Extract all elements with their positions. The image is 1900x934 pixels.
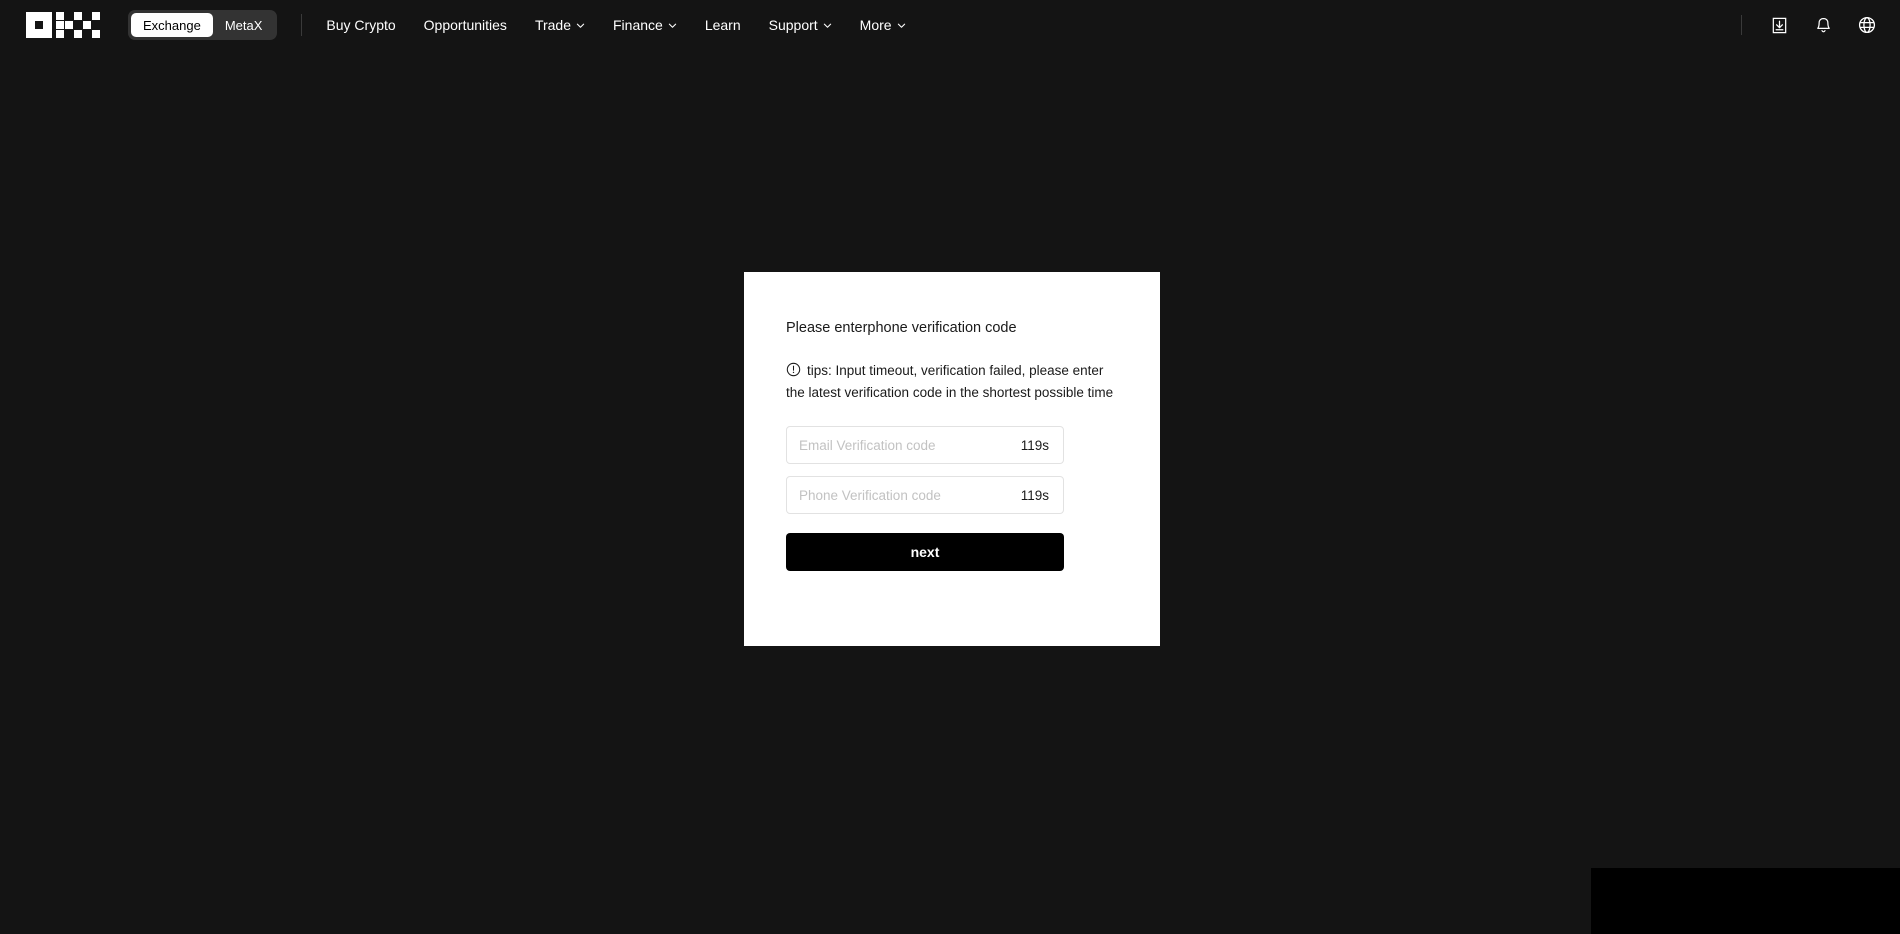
nav-item-buy-crypto[interactable]: Buy Crypto	[326, 18, 395, 32]
download-app-button[interactable]	[1768, 14, 1790, 36]
nav-label: Trade	[534, 17, 571, 33]
nav-item-more[interactable]: More	[860, 18, 906, 32]
nav-label: Opportunities	[423, 17, 507, 33]
tips-message: tips: Input timeout, verification failed…	[786, 360, 1118, 404]
toggle-option-metax[interactable]: MetaX	[213, 13, 275, 37]
product-toggle[interactable]: Exchange MetaX	[128, 10, 278, 40]
corner-overlay-panel	[1591, 868, 1900, 934]
verification-modal: Please enterphone verification code tips…	[744, 272, 1160, 646]
email-verification-input[interactable]	[799, 437, 1011, 453]
nav-label: More	[859, 17, 892, 33]
nav-item-opportunities[interactable]: Opportunities	[424, 18, 507, 32]
toggle-option-exchange[interactable]: Exchange	[131, 13, 213, 37]
header-divider	[301, 14, 303, 36]
globe-icon	[1858, 16, 1876, 34]
tips-text: tips: Input timeout, verification failed…	[786, 363, 1114, 401]
chevron-down-icon	[576, 23, 585, 28]
nav-label: Learn	[704, 17, 741, 33]
chevron-down-icon	[897, 23, 905, 28]
nav-label: Support	[768, 17, 818, 33]
modal-title: Please enterphone verification code	[786, 320, 1017, 336]
nav-label: Buy Crypto	[326, 17, 396, 33]
site-header: Exchange MetaX Buy Crypto Opportunities …	[0, 0, 1900, 50]
download-icon	[1772, 17, 1786, 33]
chevron-down-icon	[823, 23, 831, 28]
nav-item-support[interactable]: Support	[769, 18, 832, 32]
language-button[interactable]	[1856, 14, 1878, 36]
phone-code-timer[interactable]: 119s	[1021, 488, 1049, 503]
exclamation-circle-icon	[786, 363, 801, 377]
okx-logo[interactable]	[26, 12, 104, 38]
email-code-timer[interactable]: 119s	[1021, 438, 1049, 453]
header-actions-divider	[1741, 15, 1742, 35]
email-verification-field[interactable]: 119s	[786, 426, 1064, 465]
nav-item-learn[interactable]: Learn	[705, 18, 741, 32]
nav-item-trade[interactable]: Trade	[535, 18, 585, 32]
notifications-button[interactable]	[1812, 14, 1834, 36]
bell-icon	[1816, 17, 1830, 32]
phone-verification-field[interactable]: 119s	[786, 476, 1064, 515]
nav-item-finance[interactable]: Finance	[613, 18, 677, 32]
page-body: Please enterphone verification code tips…	[0, 50, 1900, 934]
phone-verification-input[interactable]	[799, 487, 1011, 503]
next-button[interactable]: next	[786, 533, 1064, 572]
chevron-down-icon	[668, 23, 677, 28]
header-actions	[1741, 14, 1878, 36]
nav-label: Finance	[613, 17, 663, 33]
main-navigation: Buy Crypto Opportunities Trade Finance L…	[326, 18, 905, 32]
